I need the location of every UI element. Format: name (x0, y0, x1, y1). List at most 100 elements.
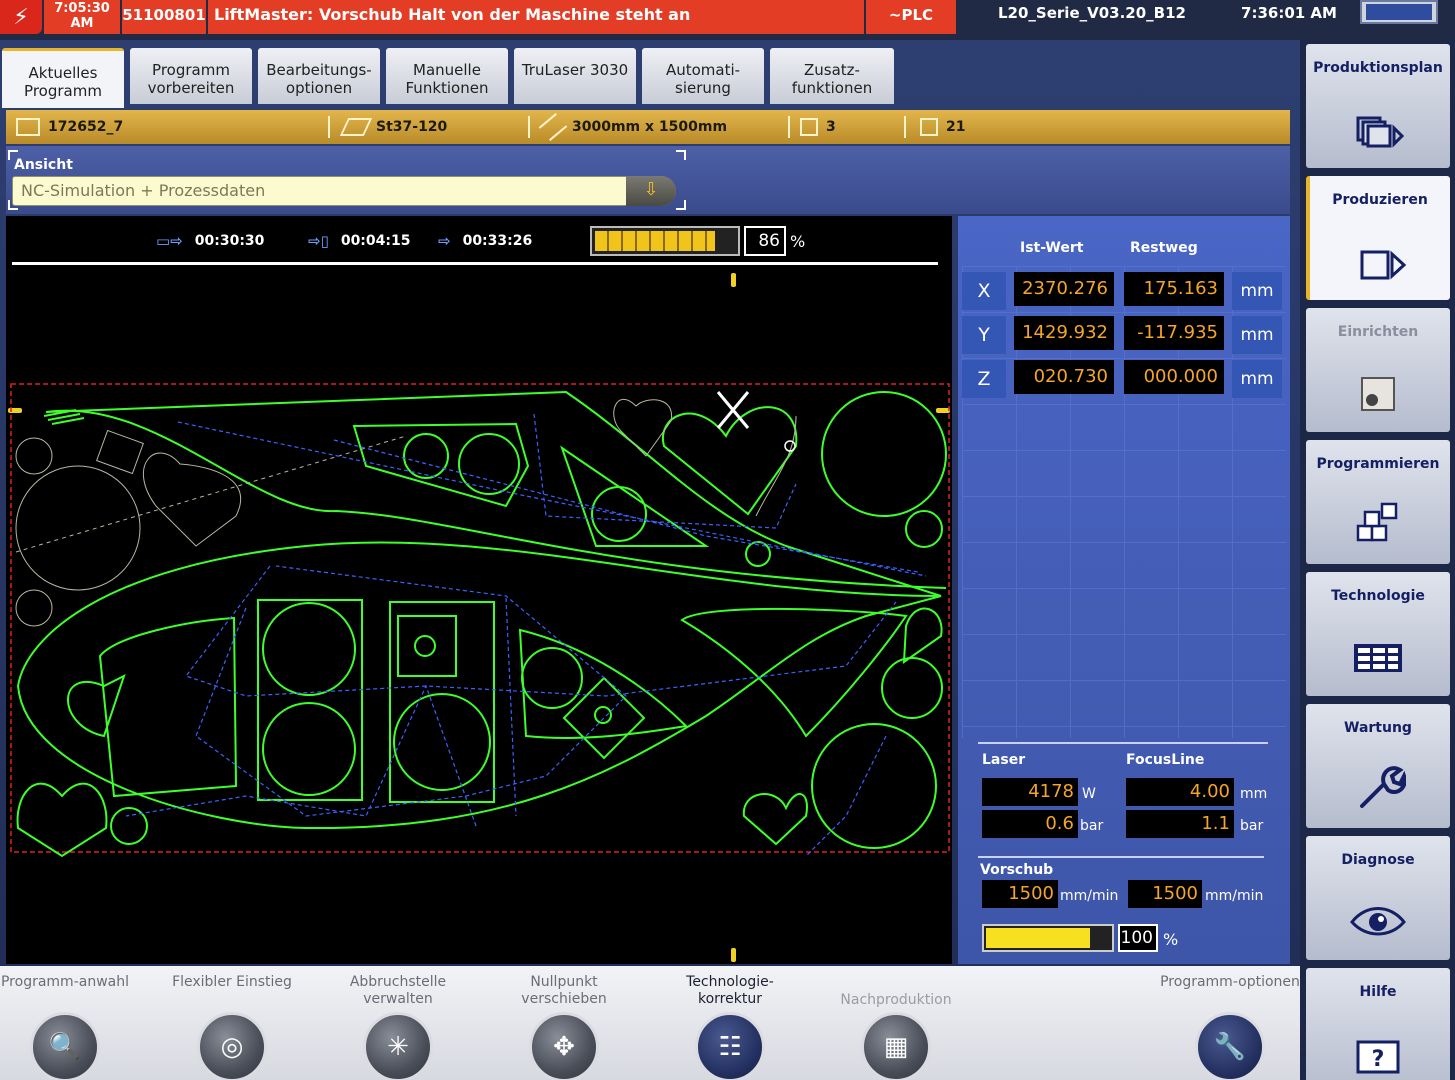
status-indicator-box (1360, 0, 1438, 24)
softkey-programmanwahl[interactable]: Programm-anwahl 🔍 (0, 966, 140, 1080)
axis-data-panel: Ist-Wert Restweg X 2370.276 175.163 mm Y… (958, 216, 1290, 964)
axis-x-rest: 175.163 (1124, 272, 1224, 306)
axis-z-rest: 000.000 (1124, 360, 1224, 394)
view-panel: Ansicht NC-Simulation + Prozessdaten ⇩ (6, 146, 1290, 214)
feed-override-value: 100 (1118, 924, 1158, 952)
reproduction-icon: ▦ (861, 1012, 931, 1080)
alarm-number[interactable]: 51100801 (122, 0, 206, 34)
feed-unit-1: mm/min (1060, 888, 1119, 904)
side-technologie[interactable]: Technologie (1306, 572, 1450, 696)
zero-point-icon: ✥ (529, 1012, 599, 1080)
feed-override-bar (982, 924, 1114, 952)
feed-override-unit: % (1163, 930, 1179, 949)
side-hilfe[interactable]: Hilfe ? (1306, 968, 1450, 1080)
laser-power: 4178 (982, 778, 1078, 806)
side-wartung[interactable]: Wartung (1306, 704, 1450, 828)
softkey-nullpunkt-verschieben[interactable]: Nullpunkt verschieben ✥ (489, 966, 639, 1080)
softkey-flexibler-einstieg[interactable]: Flexibler Einstieg ◎ (157, 966, 307, 1080)
sheet-count-icon (800, 118, 818, 136)
clock: 7:36:01 AM (1241, 4, 1337, 22)
side-einrichten[interactable]: Einrichten (1306, 308, 1450, 432)
axis-z-actual: 020.730 (1014, 360, 1114, 394)
focusline-title: FocusLine (1126, 752, 1205, 768)
focus-value: 4.00 (1126, 778, 1234, 806)
dropdown-arrow-icon[interactable]: ⇩ (626, 176, 676, 206)
axis-x-label: X (962, 272, 1006, 310)
status-bar: ⚡ 7:05:30 AM 51100801 LiftMaster: Vorsch… (0, 0, 1455, 40)
axis-y-actual: 1429.932 (1014, 316, 1114, 350)
head-remaining: Restweg (1130, 240, 1198, 256)
setup-icon (1361, 377, 1395, 411)
material-name: St37-120 (376, 119, 448, 135)
svg-text:?: ? (1372, 1047, 1385, 1072)
alarm-time: 7:05:30 AM (44, 0, 120, 34)
help-icon: ? (1356, 1040, 1400, 1074)
lightning-alarm-icon[interactable]: ⚡ (0, 0, 42, 34)
tab-programm-vorbereiten[interactable]: Programm vorbereiten (130, 48, 252, 104)
technology-correction-icon: ☷ (695, 1012, 765, 1080)
production-plan-icon (1356, 116, 1405, 148)
cutting-plan-drawing (8, 273, 950, 962)
tab-zusatzfunktionen[interactable]: Zusatz-funktionen (770, 48, 894, 104)
tab-manuelle-funktionen[interactable]: Manuelle Funktionen (386, 48, 508, 104)
material-icon (339, 118, 373, 136)
softkey-technologie-korrektur[interactable]: Technologie-korrektur ☷ (655, 966, 805, 1080)
laser-title: Laser (982, 752, 1026, 768)
sheet-size: 3000mm x 1500mm (572, 119, 728, 135)
axis-z-unit: mm (1232, 360, 1282, 398)
softkey-nachproduktion[interactable]: Nachproduktion ▦ (821, 966, 971, 1080)
laser-pressure: 0.6 (982, 810, 1078, 838)
sheet-count: 3 (826, 119, 836, 135)
view-label: Ansicht (14, 157, 73, 173)
axis-x-actual: 2370.276 (1014, 272, 1114, 306)
side-programmieren[interactable]: Programmieren (1306, 440, 1450, 564)
program-info-bar: 172652_7 St37-120 3000mm x 1500mm 3 21 (6, 110, 1290, 144)
axis-y-rest: -117.935 (1124, 316, 1224, 350)
program-select-icon: 🔍 (30, 1012, 100, 1080)
side-diagnose[interactable]: Diagnose (1306, 836, 1450, 960)
produce-icon (1360, 250, 1407, 280)
programming-icon (1356, 502, 1398, 542)
tab-aktuelles-programm[interactable]: Aktuelles Programm (2, 48, 124, 108)
softkey-programmoptionen[interactable]: Programm-optionen 🔧 (1155, 966, 1305, 1080)
tab-automatisierung[interactable]: Automati-sierung (642, 48, 764, 104)
technology-icon (1354, 644, 1402, 672)
view-select[interactable]: NC-Simulation + Prozessdaten (12, 176, 676, 206)
plc-indicator[interactable]: ~PLC (866, 0, 956, 34)
feed-value-2: 1500 (1128, 880, 1202, 908)
ruler-icon (538, 113, 568, 141)
feed-value-1: 1500 (982, 880, 1058, 908)
focus-pressure: 1.1 (1126, 810, 1234, 838)
tab-trulaser-3030[interactable]: TruLaser 3030 (514, 48, 636, 104)
feed-unit-2: mm/min (1205, 888, 1264, 904)
flexible-entry-icon: ◎ (197, 1012, 267, 1080)
laser-pressure-unit: bar (1080, 818, 1104, 834)
laser-power-unit: W (1082, 786, 1096, 802)
breakpoint-icon: ✳ (363, 1012, 433, 1080)
axis-x-unit: mm (1232, 272, 1282, 310)
tab-bearbeitungsoptionen[interactable]: Bearbeitungs-optionen (258, 48, 380, 104)
program-icon (16, 118, 40, 136)
softkey-abbruchstelle-verwalten[interactable]: Abbruchstelle verwalten ✳ (323, 966, 473, 1080)
softkey-bar: Programm-anwahl 🔍 Flexibler Einstieg ◎ A… (0, 966, 1300, 1080)
focus-pressure-unit: bar (1240, 818, 1264, 834)
axis-y-unit: mm (1232, 316, 1282, 354)
wrench-icon (1360, 766, 1406, 808)
axis-y-label: Y (962, 316, 1006, 354)
side-produktionsplan[interactable]: Produktionsplan (1306, 44, 1450, 168)
machine-hmi: ⚡ 7:05:30 AM 51100801 LiftMaster: Vorsch… (0, 0, 1455, 1080)
nc-simulation[interactable]: ▭⇨ 00:30:30 ⇨▯ 00:04:15 ⇨ 00:33:26 86 % (6, 216, 952, 964)
program-options-icon: 🔧 (1195, 1012, 1265, 1080)
software-version: L20_Serie_V03.20_B12 (998, 4, 1186, 22)
cutting-head-marker (716, 391, 750, 429)
alarm-message[interactable]: LiftMaster: Vorschub Halt von der Maschi… (208, 0, 864, 34)
side-menu: Produktionsplan Produzieren Einrichten P… (1300, 40, 1455, 1080)
eye-icon (1350, 907, 1406, 936)
parts-count-icon (920, 118, 938, 136)
axis-z-label: Z (962, 360, 1006, 398)
focus-unit: mm (1240, 786, 1268, 802)
program-name: 172652_7 (48, 119, 124, 135)
feed-override-fill (986, 928, 1091, 948)
main-tabs: Aktuelles Programm Programm vorbereiten … (0, 48, 900, 108)
side-produzieren[interactable]: Produzieren (1306, 176, 1450, 300)
